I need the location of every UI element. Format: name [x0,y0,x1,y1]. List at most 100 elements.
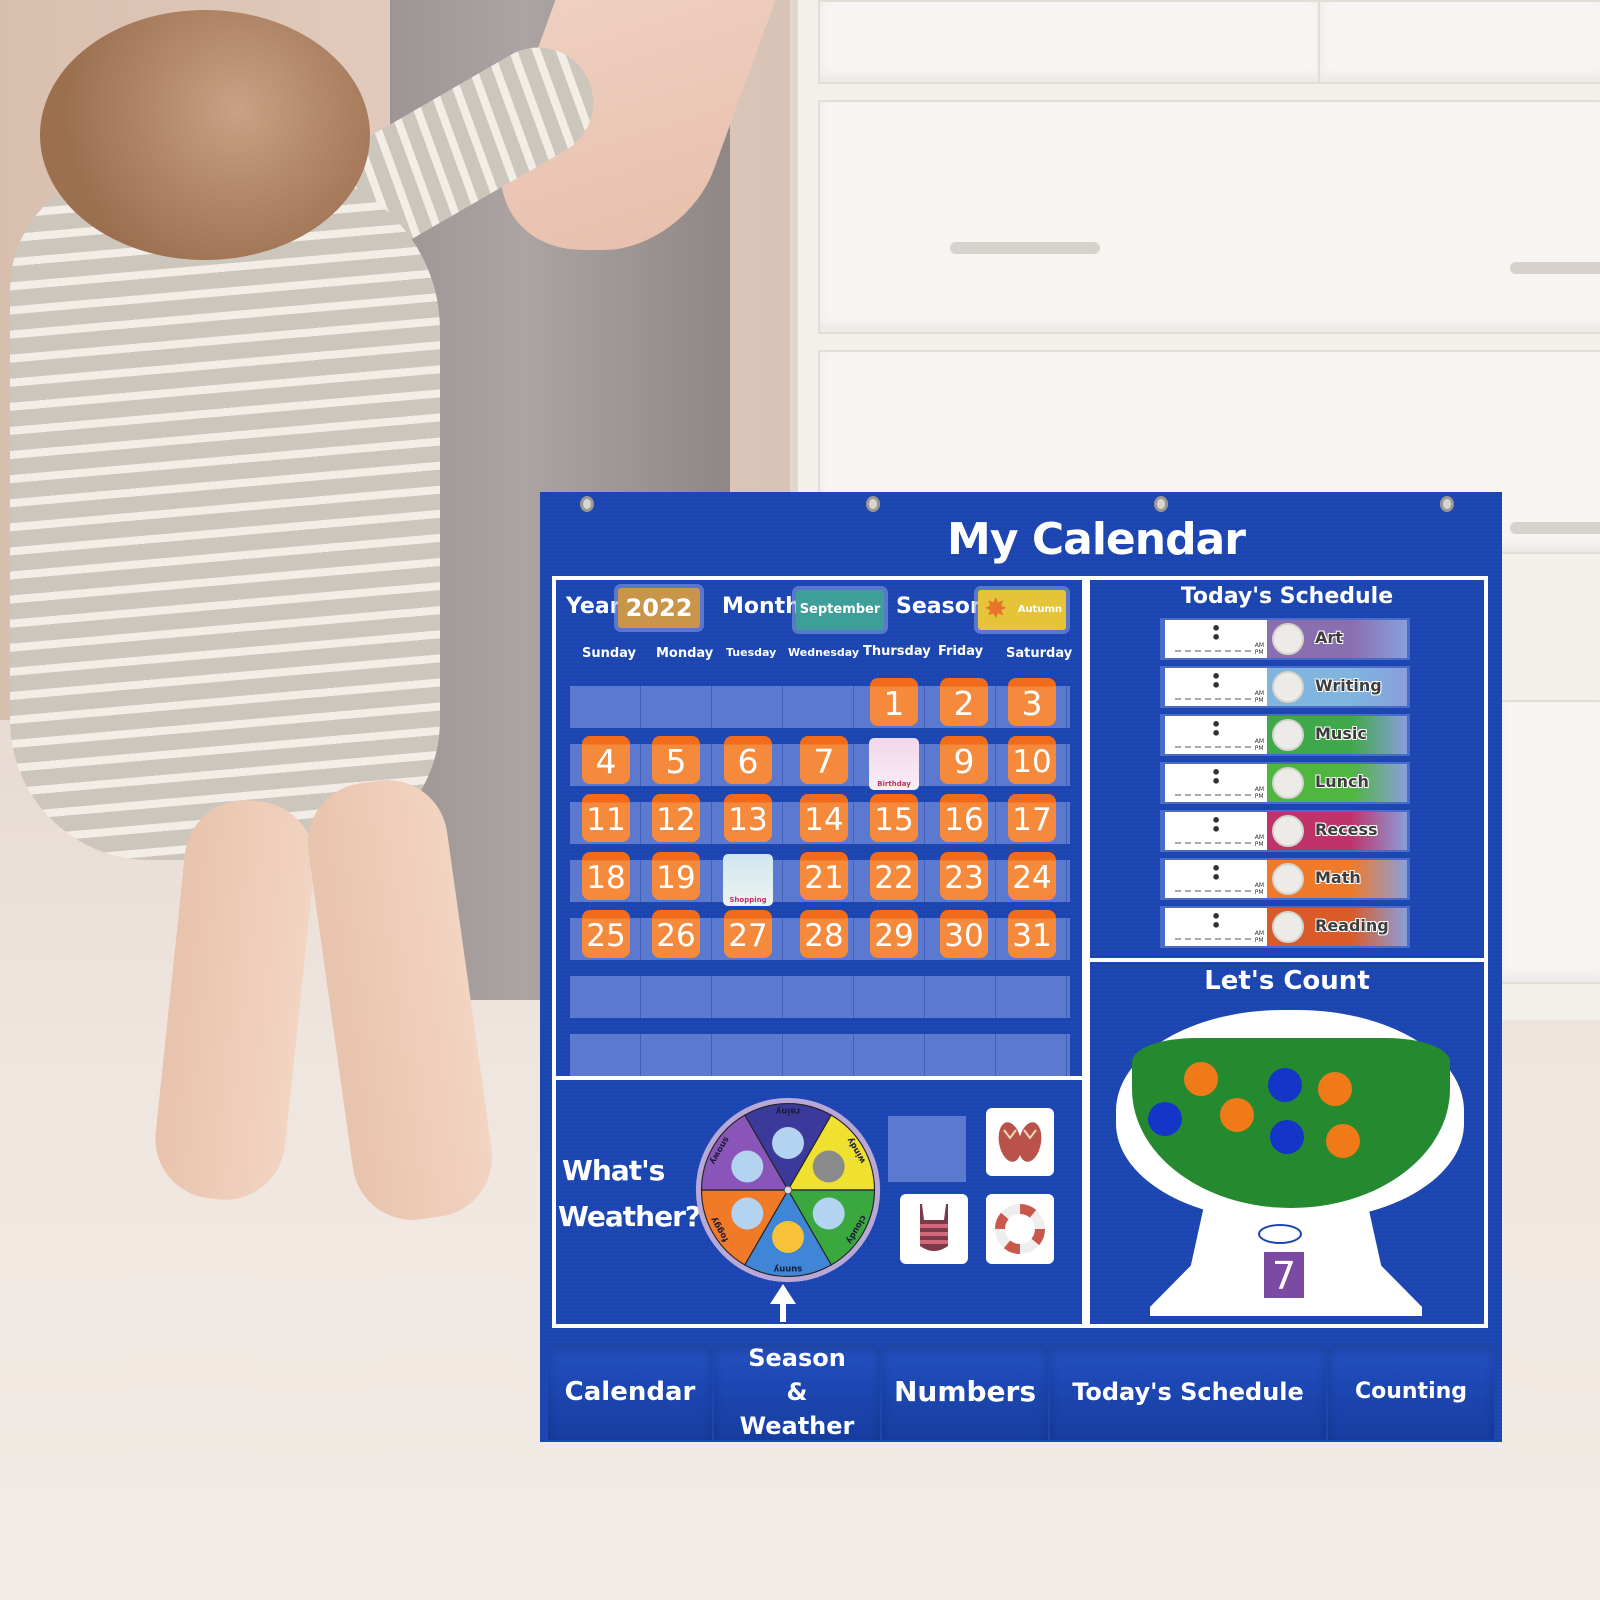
month-card[interactable]: September [796,590,884,630]
swimsuit-icon [920,1204,948,1251]
time-card[interactable]: • • AM PM [1165,668,1267,706]
date-card[interactable]: 15 [870,794,918,842]
blue-gumball[interactable] [1268,1068,1302,1102]
pocket-numbers[interactable]: Numbers [882,1344,1048,1440]
event-card-shopping[interactable]: Shopping [723,854,773,906]
foggy-icon [731,1197,764,1230]
grommet-icon [1440,496,1454,512]
date-card[interactable]: 21 [800,852,848,900]
activity-card-reading[interactable]: Reading [1267,908,1407,946]
date-card[interactable]: 10 [1008,736,1056,784]
pocket-season-weather[interactable]: Season & Weather [714,1344,880,1440]
date-card[interactable]: 4 [582,736,630,784]
drawer [1498,700,1600,984]
count-number-card[interactable]: 7 [1264,1252,1304,1298]
blue-gumball[interactable] [1148,1102,1182,1136]
date-card[interactable]: 23 [940,852,988,900]
date-card[interactable]: 27 [724,910,772,958]
grommet-icon [1154,496,1168,512]
orange-gumball[interactable] [1318,1072,1352,1106]
date-card[interactable]: 22 [870,852,918,900]
time-card[interactable]: • • AM PM [1165,860,1267,898]
time-card[interactable]: • • AM PM [1165,812,1267,850]
clothing-card-life-ring[interactable] [986,1194,1054,1264]
orange-gumball[interactable] [1220,1098,1254,1132]
pocket-todays-schedule[interactable]: Today's Schedule [1050,1344,1326,1440]
am-pm-label: AM PM [1254,738,1264,752]
date-card[interactable]: 1 [870,678,918,726]
weather-label-line2: Weather? [558,1200,701,1233]
clothing-card-swimsuit[interactable] [900,1194,968,1264]
activity-card-lunch[interactable]: Lunch [1267,764,1407,802]
board-title: My Calendar [947,514,1246,565]
arrow-stem [780,1302,786,1322]
clock-icon [1272,863,1304,895]
pocket-counting[interactable]: Counting [1328,1344,1494,1440]
date-card[interactable]: 25 [582,910,630,958]
calendar-pocket-row [570,1034,1070,1076]
activity-card-music[interactable]: Music [1267,716,1407,754]
weather-wheel[interactable]: rainywindycloudysunnyfoggysnowy [694,1096,882,1284]
clock-icon [1272,623,1304,655]
schedule-row: • • AM PM Lunch [1160,762,1410,804]
date-card[interactable]: 7 [800,736,848,784]
up-arrow-icon [770,1284,796,1304]
weekday-label: Tuesday [726,646,777,659]
year-card[interactable]: 2022 [618,588,700,628]
date-card[interactable]: 28 [800,910,848,958]
time-card[interactable]: • • AM PM [1165,620,1267,658]
date-card[interactable]: 24 [1008,852,1056,900]
date-card[interactable]: 12 [652,794,700,842]
date-card[interactable]: 26 [652,910,700,958]
pocket-calendar[interactable]: Calendar [548,1344,712,1440]
date-card[interactable]: 14 [800,794,848,842]
activity-card-math[interactable]: Math [1267,860,1407,898]
maple-leaf-icon: ✸ [984,592,1008,625]
date-card[interactable]: 31 [1008,910,1056,958]
date-card[interactable]: 2 [940,678,988,726]
blue-gumball[interactable] [1270,1120,1304,1154]
activity-label: Reading [1315,916,1389,935]
date-card[interactable]: 19 [652,852,700,900]
date-card[interactable]: 5 [652,736,700,784]
calendar-pocket-row [570,686,1070,728]
date-card[interactable]: 30 [940,910,988,958]
cloudy-icon [812,1197,845,1230]
time-colon: • • [1211,715,1222,743]
date-card[interactable]: 13 [724,794,772,842]
date-card[interactable]: 11 [582,794,630,842]
month-label: Month [722,594,801,619]
activity-card-recess[interactable]: Recess [1267,812,1407,850]
schedule-row: • • AM PM Art [1160,618,1410,660]
date-card[interactable]: 29 [870,910,918,958]
date-card[interactable]: 9 [940,736,988,784]
date-card[interactable]: 16 [940,794,988,842]
drawer-handle [950,242,1100,254]
time-colon: • • [1211,907,1222,935]
flip-flops-icon [998,1122,1042,1162]
activity-card-writing[interactable]: Writing [1267,668,1407,706]
date-card[interactable]: 6 [724,736,772,784]
time-blank-lines [1175,650,1251,652]
time-card[interactable]: • • AM PM [1165,764,1267,802]
activity-card-art[interactable]: Art [1267,620,1407,658]
time-card[interactable]: • • AM PM [1165,716,1267,754]
time-blank-lines [1175,746,1251,748]
counting-panel: Let's Count 7 [1086,958,1488,1328]
event-card-label: Shopping [729,896,767,904]
orange-gumball[interactable] [1326,1124,1360,1158]
orange-gumball[interactable] [1184,1062,1218,1096]
time-colon: • • [1211,763,1222,791]
empty-pocket[interactable] [888,1116,966,1182]
time-blank-lines [1175,698,1251,700]
date-card[interactable]: 17 [1008,794,1056,842]
date-card[interactable]: 18 [582,852,630,900]
season-card[interactable]: ✸ Autumn [978,590,1066,630]
clock-icon [1272,719,1304,751]
clothing-card-flip-flops[interactable] [986,1108,1054,1176]
event-card-birthday[interactable]: Birthday [869,738,919,790]
date-card[interactable]: 3 [1008,678,1056,726]
time-colon: • • [1211,811,1222,839]
time-card[interactable]: • • AM PM [1165,908,1267,946]
activity-label: Art [1315,628,1343,647]
